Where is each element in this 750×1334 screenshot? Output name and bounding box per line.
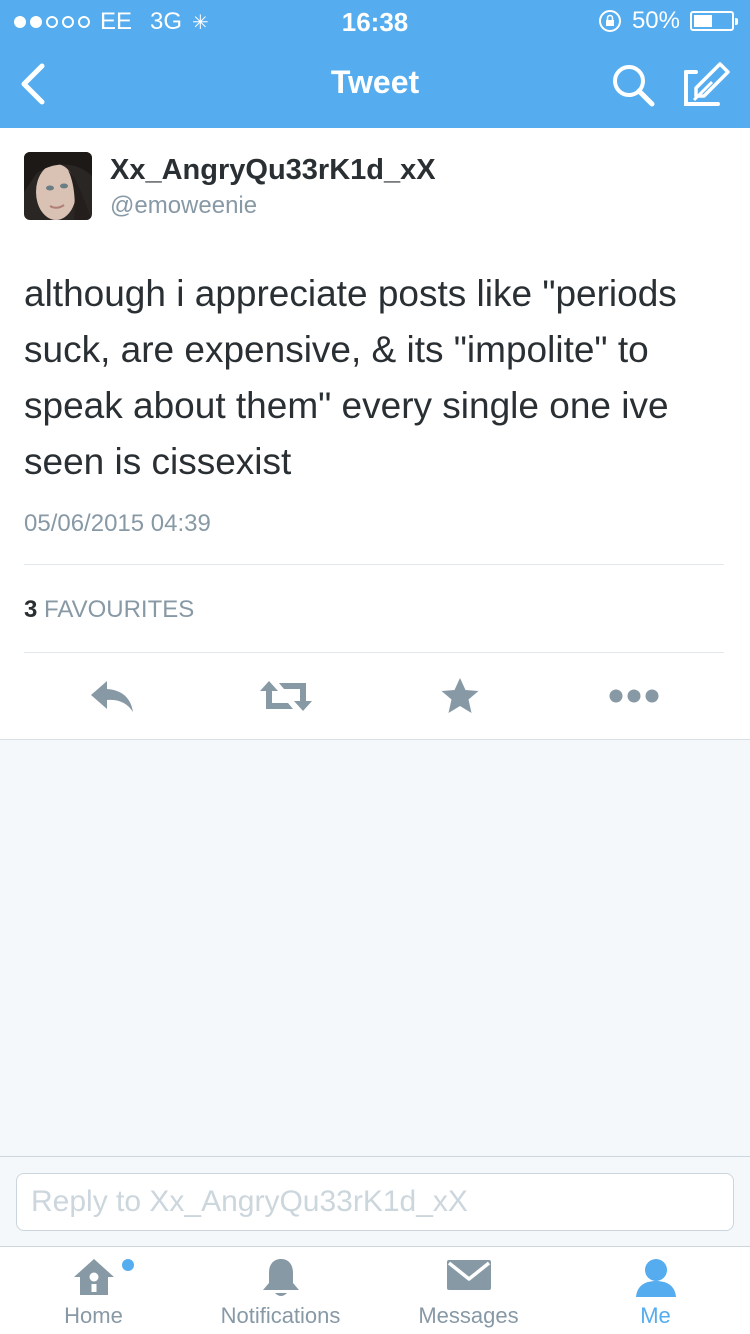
divider	[24, 652, 724, 653]
reply-button[interactable]	[82, 668, 142, 724]
retweet-button[interactable]	[256, 668, 316, 724]
reply-bar	[0, 1156, 750, 1246]
more-icon	[609, 689, 659, 703]
bell-icon	[262, 1259, 299, 1296]
favourite-button[interactable]	[430, 668, 490, 724]
status-right: 50%	[598, 7, 738, 35]
compose-tweet-icon[interactable]	[682, 60, 730, 108]
status-bar: EE 3G ✳ 16:38 50%	[0, 0, 750, 40]
person-icon	[635, 1259, 676, 1297]
tweet-timestamp: 05/06/2015 04:39	[24, 510, 211, 537]
envelope-icon	[446, 1260, 491, 1290]
app-header: EE 3G ✳ 16:38 50% Tweet	[0, 0, 750, 128]
search-icon[interactable]	[610, 62, 656, 108]
favourites-count[interactable]: 3 FAVOURITES	[24, 596, 194, 624]
tab-notifications[interactable]: Notifications	[187, 1247, 374, 1334]
notification-dot	[122, 1259, 134, 1271]
tab-label: Home	[64, 1303, 123, 1328]
favourites-label: FAVOURITES	[44, 596, 195, 623]
author-display-name[interactable]: Xx_AngryQu33rK1d_xX	[110, 154, 436, 187]
nav-bar: Tweet	[0, 40, 750, 128]
reply-icon	[91, 681, 133, 712]
more-button[interactable]	[604, 668, 664, 724]
tab-me[interactable]: Me	[562, 1247, 749, 1334]
tweet-detail-card: Xx_AngryQu33rK1d_xX @emoweenie although …	[0, 128, 750, 740]
tweet-text: although i appreciate posts like "period…	[24, 273, 677, 482]
tab-label: Me	[640, 1303, 671, 1328]
tab-home[interactable]: Home	[0, 1247, 187, 1334]
battery-percent: 50%	[631, 7, 680, 34]
tweet-actions	[24, 668, 724, 724]
orientation-lock-icon	[598, 10, 621, 32]
star-icon	[441, 678, 479, 713]
battery-icon	[690, 11, 738, 31]
tab-label: Messages	[418, 1303, 519, 1328]
favourites-number: 3	[24, 596, 38, 623]
author-handle[interactable]: @emoweenie	[110, 192, 257, 220]
divider	[24, 564, 724, 565]
tab-messages[interactable]: Messages	[375, 1247, 562, 1334]
reply-input[interactable]	[16, 1173, 734, 1231]
home-icon	[73, 1259, 114, 1295]
tab-bar: Home Notifications Messages Me	[0, 1246, 750, 1334]
tab-label: Notifications	[220, 1303, 341, 1328]
retweet-icon	[260, 681, 312, 711]
avatar[interactable]	[24, 152, 92, 220]
